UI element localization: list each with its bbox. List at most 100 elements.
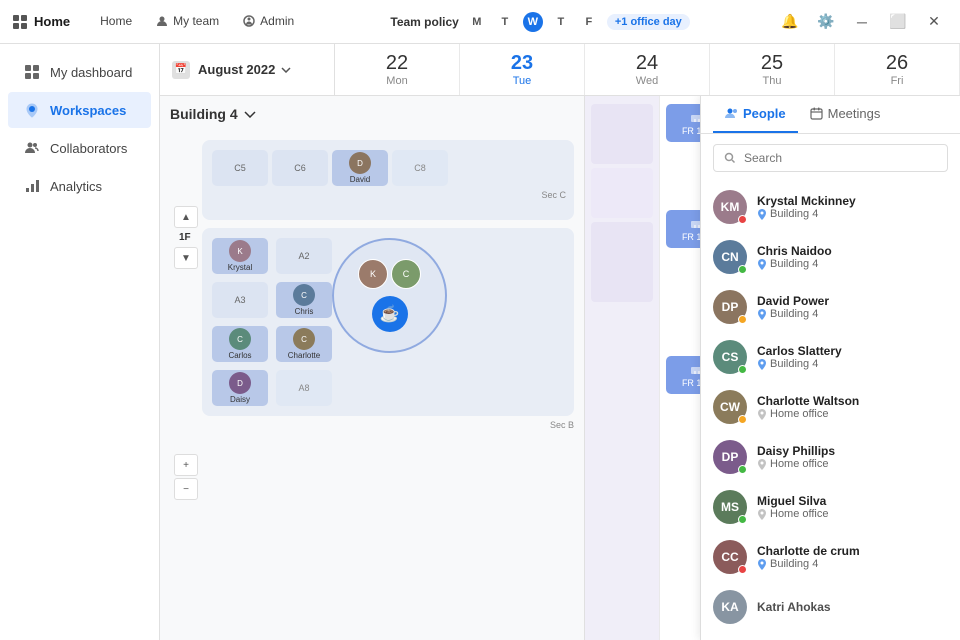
zoom-controls: + − — [174, 454, 198, 500]
search-input[interactable] — [744, 151, 937, 165]
krystal-label: Krystal — [228, 263, 252, 272]
miguel-name: Miguel Silva — [757, 494, 948, 508]
daisy-location: Home office — [757, 458, 948, 470]
daisy-name: Daisy Phillips — [757, 444, 948, 458]
miguel-location: Home office — [757, 508, 948, 520]
location-icon-4 — [757, 358, 767, 370]
person-david-power[interactable]: DP David Power Building 4 — [701, 282, 960, 332]
office-day-badge: +1 office day — [607, 14, 690, 30]
workspaces-icon — [24, 102, 40, 118]
tab-people-label: People — [743, 106, 786, 121]
zoom-in-btn[interactable]: + — [174, 454, 198, 476]
sidebar-label-workspaces: Workspaces — [50, 103, 126, 118]
sidebar-item-collaborators[interactable]: Collaborators — [8, 130, 151, 166]
analytics-icon — [24, 178, 40, 194]
krystal-avatar: K — [229, 240, 251, 262]
status-dot-orange-2 — [738, 415, 747, 424]
charlotte-decrum-name: Charlotte de crum — [757, 544, 948, 558]
group-circle: K C ☕ — [332, 238, 447, 353]
desk-C6[interactable]: C6 — [272, 150, 328, 186]
right-panel: FR 101 FR 102 FR 103 ? — [585, 96, 960, 640]
person-icon — [156, 15, 168, 27]
search-icon — [724, 152, 736, 164]
cal-day-26: 26 Fri — [835, 44, 960, 95]
david-avatar: D — [349, 152, 371, 174]
charlotte-avatar: C — [293, 328, 315, 350]
nav-tab-myteam[interactable]: My team — [146, 10, 229, 34]
day-W: W — [523, 12, 543, 32]
nav-tab-admin[interactable]: Admin — [233, 10, 304, 34]
month-selector[interactable]: August 2022 — [198, 62, 291, 77]
desk-chris[interactable]: C Chris — [276, 282, 332, 318]
location-icon-7 — [757, 508, 767, 520]
desk-C8[interactable]: C8 — [392, 150, 448, 186]
desk-daisy[interactable]: D Daisy — [212, 370, 268, 406]
person-miguel-silva[interactable]: MS Miguel Silva Home office — [701, 482, 960, 532]
floor-up-btn[interactable]: ▲ — [174, 206, 198, 228]
daisy-avatar: D — [229, 372, 251, 394]
calendar-days: 22 Mon 23 Tue 24 Wed 25 Thu 26 Fri — [335, 44, 960, 95]
desk-row-b4: D Daisy A8 — [210, 368, 566, 408]
status-dot-green-4 — [738, 515, 747, 524]
person-daisy-phillips[interactable]: DP Daisy Phillips Home office — [701, 432, 960, 482]
booking-22-1 — [591, 104, 653, 164]
floor-controls: ▲ 1F ▼ — [174, 206, 198, 269]
sidebar: My dashboard Workspaces Collaborators An… — [0, 44, 160, 640]
notification-icon[interactable]: 🔔 — [776, 8, 804, 36]
charlotte-label: Charlotte — [288, 351, 320, 360]
person-charlotte-waltson[interactable]: CW Charlotte Waltson Home office — [701, 382, 960, 432]
sidebar-item-workspaces[interactable]: Workspaces — [8, 92, 151, 128]
floor-area: Building 4 ▲ 1F ▼ C5 C6 D David — [160, 96, 960, 640]
location-icon-5 — [757, 408, 767, 420]
sidebar-item-analytics[interactable]: Analytics — [8, 168, 151, 204]
desk-carlos[interactable]: C Carlos — [212, 326, 268, 362]
carlos-label: Carlos — [228, 351, 251, 360]
desk-C5[interactable]: C5 — [212, 150, 268, 186]
floor-down-btn[interactable]: ▼ — [174, 247, 198, 269]
close-icon[interactable]: ✕ — [920, 8, 948, 36]
person-charlotte-de-crum[interactable]: CC Charlotte de crum Building 4 — [701, 532, 960, 582]
desk-charlotte[interactable]: C Charlotte — [276, 326, 332, 362]
building-selector-area: 📅 August 2022 — [160, 44, 335, 95]
tab-meetings[interactable]: Meetings — [798, 96, 893, 133]
building-selector[interactable]: Building 4 — [170, 106, 256, 122]
main-content: 📅 August 2022 22 Mon 23 Tue 24 Wed 25 Th… — [160, 44, 960, 640]
app-title: Home — [34, 14, 70, 29]
people-tab-icon — [725, 107, 738, 120]
desk-A3[interactable]: A3 — [212, 282, 268, 318]
dashboard-icon — [24, 64, 40, 80]
group-avatar-2: C — [391, 259, 421, 289]
tab-people[interactable]: People — [713, 96, 798, 133]
zoom-out-btn[interactable]: − — [174, 478, 198, 500]
chris-location: Building 4 — [757, 258, 948, 270]
minimize-icon[interactable]: ─ — [848, 8, 876, 36]
desk-david[interactable]: D David — [332, 150, 388, 186]
cal-day-24: 24 Wed — [585, 44, 710, 95]
day-F: F — [579, 12, 599, 32]
nav-tab-home[interactable]: Home — [90, 10, 142, 34]
katri-name: Katri Ahokas — [757, 600, 948, 614]
desk-A2[interactable]: A2 — [276, 238, 332, 274]
sidebar-item-dashboard[interactable]: My dashboard — [8, 54, 151, 90]
sec-b-label: Sec B — [202, 420, 574, 430]
person-carlos-slattery[interactable]: CS Carlos Slattery Building 4 — [701, 332, 960, 382]
charlotte-waltson-location: Home office — [757, 408, 948, 420]
status-dot-green — [738, 265, 747, 274]
grid-logo-icon — [12, 14, 28, 30]
desk-A8[interactable]: A8 — [276, 370, 332, 406]
section-b: K C ☕ K Krystal A2 A3 C Chris — [202, 228, 574, 416]
status-dot-green-2 — [738, 365, 747, 374]
chevron-down-icon — [281, 67, 291, 73]
settings-icon[interactable]: ⚙️ — [812, 8, 840, 36]
status-dot-red-2 — [738, 565, 747, 574]
people-list: KM Krystal Mckinney Building 4 — [701, 182, 960, 640]
person-katri-ahokas[interactable]: KA Katri Ahokas — [701, 582, 960, 632]
booking-22-2 — [591, 168, 653, 218]
desk-krystal[interactable]: K Krystal — [212, 238, 268, 274]
booking-22-3 — [591, 222, 653, 302]
day-M: M — [467, 12, 487, 32]
person-krystal-mckinney[interactable]: KM Krystal Mckinney Building 4 — [701, 182, 960, 232]
maximize-icon[interactable]: ⬜ — [884, 8, 912, 36]
person-chris-naidoo[interactable]: CN Chris Naidoo Building 4 — [701, 232, 960, 282]
location-icon-2 — [757, 258, 767, 270]
